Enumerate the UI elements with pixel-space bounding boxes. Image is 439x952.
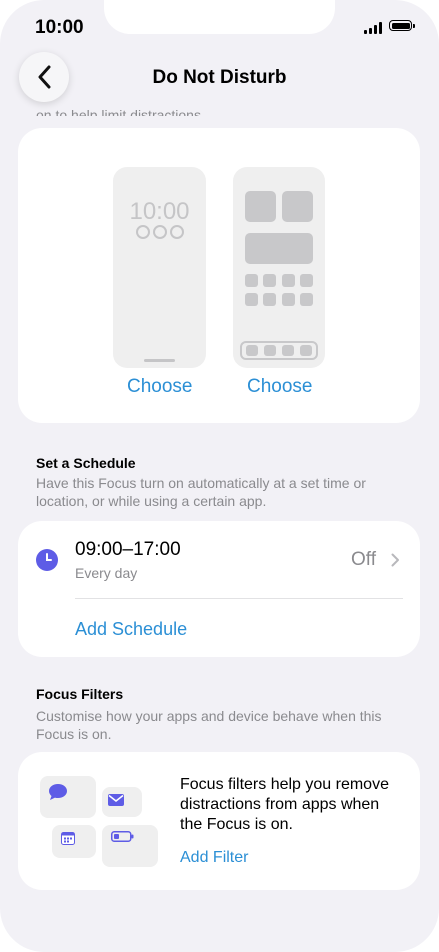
filter-tile — [52, 825, 96, 858]
notch — [104, 0, 335, 34]
filters-section-title: Focus Filters — [36, 686, 124, 702]
filter-tile — [102, 787, 142, 817]
app-icon — [282, 274, 295, 287]
app-icon — [300, 293, 313, 306]
add-filter-button[interactable]: Add Filter — [180, 849, 248, 867]
app-icon — [245, 274, 258, 287]
choose-lock-screen-button[interactable]: Choose — [127, 376, 193, 398]
schedule-repeat: Every day — [75, 565, 138, 581]
dock-icon — [300, 345, 312, 356]
choose-home-screen-button[interactable]: Choose — [247, 376, 313, 398]
clock-icon — [36, 549, 58, 571]
lock-preview-widgets — [136, 225, 184, 239]
home-indicator — [144, 359, 175, 362]
app-icon — [282, 293, 295, 306]
calendar-icon — [61, 832, 75, 845]
divider — [75, 598, 403, 599]
app-widget — [245, 233, 313, 264]
dock — [240, 341, 318, 360]
battery-icon — [389, 20, 415, 31]
dock-icon — [282, 345, 294, 356]
app-icon — [245, 293, 258, 306]
signal-icon — [364, 22, 384, 34]
dock-icon — [264, 345, 276, 356]
app-icon — [300, 274, 313, 287]
lock-screen-preview[interactable]: 10:00 — [113, 167, 206, 368]
filter-tile — [40, 776, 96, 818]
chevron-right-icon — [391, 553, 399, 567]
app-icon — [263, 293, 276, 306]
dock-icon — [246, 345, 258, 356]
filters-section-description: Customise how your apps and device behav… — [36, 708, 382, 742]
app-icon — [263, 274, 276, 287]
schedule-time-range[interactable]: 09:00–17:00 — [75, 539, 181, 561]
schedule-status[interactable]: Off — [351, 549, 376, 571]
schedule-section-description: Have this Focus turn on automatically at… — [36, 475, 366, 509]
filters-info-text: Focus filters help you remove distractio… — [180, 776, 389, 833]
intro-text-clipped: on to help limit distractions. — [36, 107, 205, 116]
filter-tile — [102, 825, 158, 867]
mail-icon — [108, 794, 124, 806]
screens-card — [18, 128, 420, 423]
battery-icon — [111, 831, 134, 842]
lock-preview-time: 10:00 — [129, 198, 190, 225]
status-time: 10:00 — [35, 17, 84, 38]
add-schedule-button[interactable]: Add Schedule — [75, 619, 187, 640]
message-icon — [49, 784, 67, 800]
page-title: Do Not Disturb — [152, 67, 287, 88]
phone-screen: 10:00 on to help limit distractions. Do … — [0, 0, 439, 952]
home-screen-preview[interactable] — [233, 167, 325, 368]
app-widget — [245, 191, 276, 222]
schedule-section-title: Set a Schedule — [36, 455, 136, 471]
app-widget — [282, 191, 313, 222]
